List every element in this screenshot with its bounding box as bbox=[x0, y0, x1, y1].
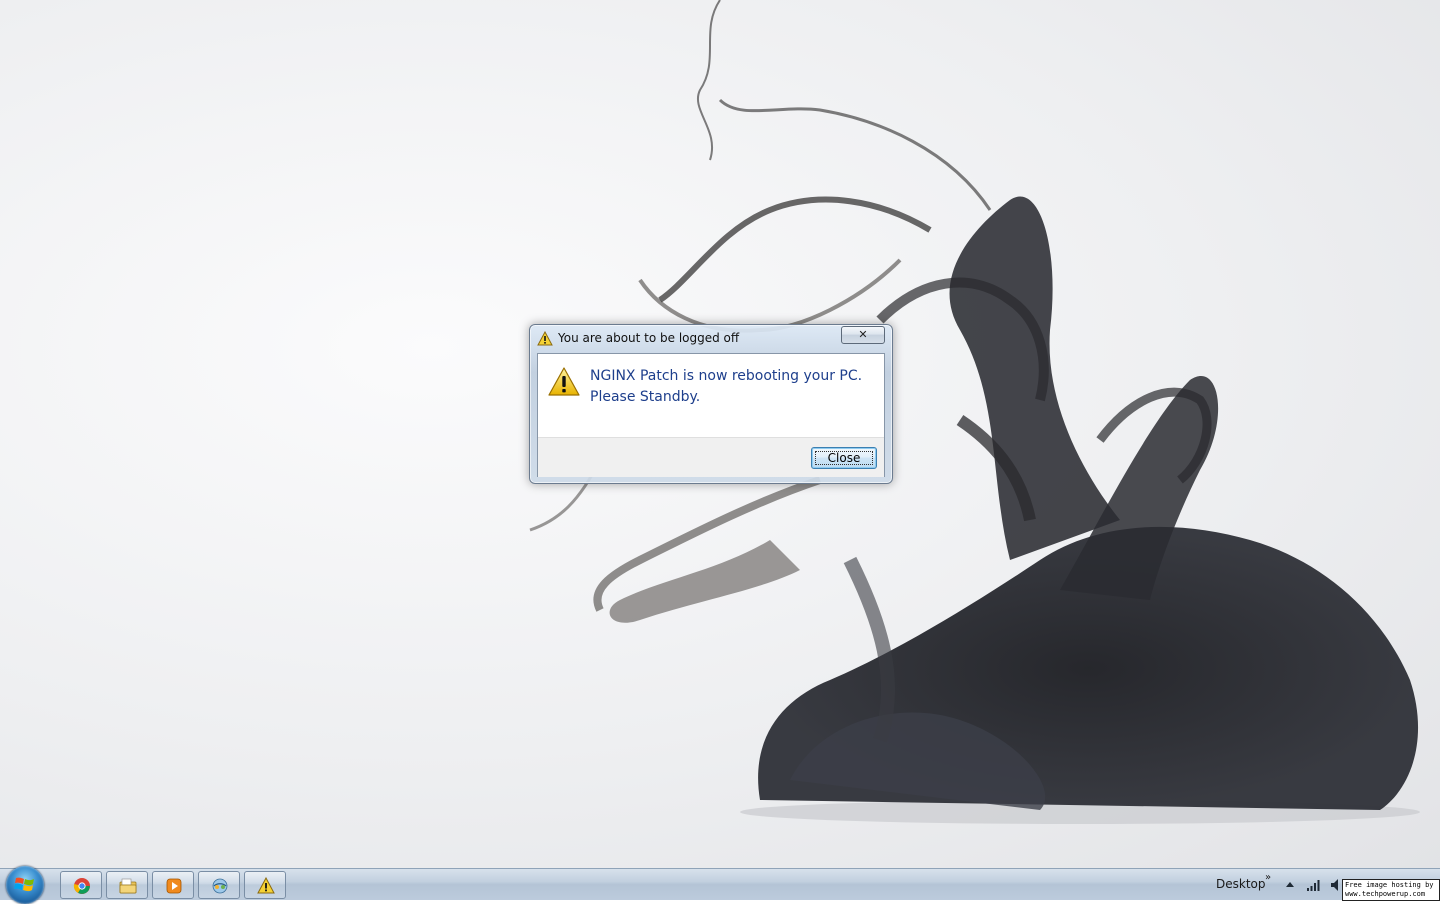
toolbar-chevron-icon[interactable]: » bbox=[1265, 872, 1271, 883]
watermark-line: Free image hosting by bbox=[1345, 881, 1434, 889]
desktop-toolbar-label[interactable]: Desktop bbox=[1216, 877, 1266, 891]
dialog-title: You are about to be logged off bbox=[558, 331, 740, 345]
taskbar-button-network-app[interactable] bbox=[198, 871, 240, 899]
logoff-warning-dialog[interactable]: You are about to be logged off ✕ NGINX P… bbox=[529, 324, 893, 484]
dialog-button-bar: Close bbox=[538, 437, 884, 477]
warning-icon bbox=[257, 877, 275, 894]
show-hidden-icons-arrow-icon[interactable] bbox=[1285, 880, 1295, 888]
message-line: Please Standby. bbox=[590, 389, 701, 405]
close-x-button[interactable]: ✕ bbox=[841, 326, 885, 344]
dialog-titlebar[interactable]: You are about to be logged off ✕ bbox=[530, 325, 892, 353]
dialog-message: NGINX Patch is now rebooting your PC. Pl… bbox=[590, 366, 880, 408]
warning-icon bbox=[548, 367, 580, 396]
taskbar-button-warning-dialog[interactable] bbox=[244, 871, 286, 899]
windows-logo-icon bbox=[14, 877, 34, 892]
message-line: NGINX Patch is now rebooting your PC. bbox=[590, 368, 863, 384]
taskbar-button-media-player[interactable] bbox=[152, 871, 194, 899]
close-button[interactable]: Close bbox=[811, 447, 877, 469]
network-app-icon bbox=[212, 878, 228, 894]
taskbar: Desktop » Free image hosting by www.tech… bbox=[0, 866, 1440, 904]
file-explorer-icon bbox=[119, 878, 137, 894]
desktop[interactable]: You are about to be logged off ✕ NGINX P… bbox=[0, 0, 1440, 868]
volume-icon[interactable] bbox=[1330, 878, 1342, 892]
close-button-label: Close bbox=[827, 451, 861, 465]
watermark-line: www.techpowerup.com bbox=[1345, 890, 1426, 898]
start-button[interactable] bbox=[6, 866, 44, 904]
media-player-icon bbox=[166, 878, 182, 894]
taskbar-button-explorer[interactable] bbox=[106, 871, 148, 899]
network-signal-icon[interactable] bbox=[1306, 878, 1322, 892]
warning-icon bbox=[537, 331, 553, 346]
dialog-content: NGINX Patch is now rebooting your PC. Pl… bbox=[537, 353, 885, 477]
hosting-watermark: Free image hosting by www.techpowerup.co… bbox=[1342, 879, 1440, 901]
chrome-icon bbox=[73, 878, 90, 894]
taskbar-button-chrome[interactable] bbox=[60, 871, 102, 899]
